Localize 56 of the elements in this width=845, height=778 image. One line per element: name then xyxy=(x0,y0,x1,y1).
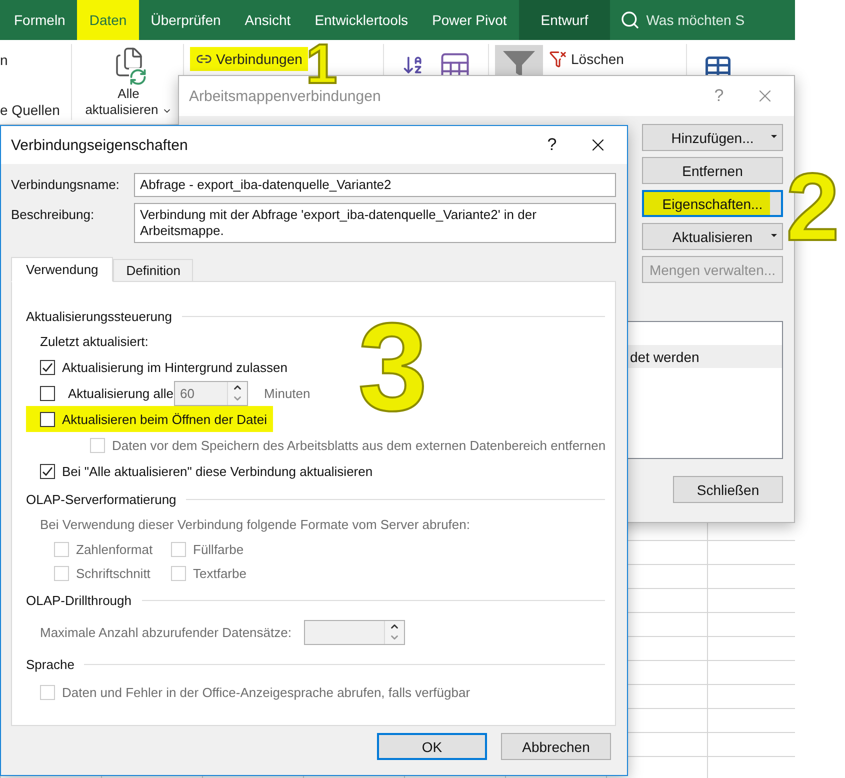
clear-button[interactable]: Löschen xyxy=(543,47,630,71)
cancel-button[interactable]: Abbrechen xyxy=(501,733,611,760)
sort-icon[interactable] xyxy=(402,54,424,76)
dialog-tab[interactable]: Definition xyxy=(113,259,194,282)
field-label: Verbindungsname: xyxy=(11,176,120,192)
checkbox[interactable] xyxy=(40,464,55,478)
checkbox-label: Füllfarbe xyxy=(193,542,244,556)
ribbon-tab[interactable]: Ansicht xyxy=(232,0,303,40)
unit-label: Minuten xyxy=(264,386,310,400)
dialog-button[interactable]: Hinzufügen... xyxy=(642,124,783,151)
section-heading: OLAP-Serverformatierung xyxy=(26,492,176,506)
description-field[interactable]: Verbindung mit der Abfrage 'export_iba-datenquelle_Variante2' in der Arbeitsmappe. xyxy=(134,203,616,243)
ribbon-tab[interactable]: Formeln xyxy=(2,0,78,40)
window-title: Verbindungseigenschaften xyxy=(11,136,189,154)
refresh-all-button[interactable]: Alle aktualisieren xyxy=(80,44,177,120)
section-heading: Sprache xyxy=(26,656,74,672)
checkbox-label: Daten vor dem Speichern des Arbeitsblatts aus dem externen Datenbereich entfernen xyxy=(112,438,606,452)
checkbox-label: Aktualisieren beim Öffnen der Datei xyxy=(62,412,267,426)
section-description: Bei Verwendung dieser Verbindung folgende Formate vom Server abrufen: xyxy=(40,516,470,532)
checkbox-label: Aktualisierung im Hintergrund zulassen xyxy=(62,360,288,374)
field-label: Maximale Anzahl abzurufender Datensätze: xyxy=(40,624,292,640)
name-field[interactable]: Abfrage - export_iba-datenquelle_Variante2 xyxy=(134,173,616,197)
checkbox-label: Aktualisierung alle xyxy=(68,386,174,400)
ok-button[interactable]: OK xyxy=(377,733,487,760)
search-field[interactable]: Was möchten S xyxy=(646,12,756,28)
checkbox[interactable] xyxy=(40,360,55,374)
ribbon-tab[interactable]: Daten xyxy=(77,0,139,40)
ribbon-tab[interactable]: Überprüfen xyxy=(138,0,233,40)
close-dialog-button[interactable]: Schließen xyxy=(673,476,783,503)
dialog-button[interactable]: Eigenschaften... xyxy=(642,190,783,217)
annotation-number: 3 xyxy=(358,305,428,430)
dialog-button[interactable]: Entfernen xyxy=(642,157,783,184)
checkbox-label: Zahlenformat xyxy=(76,542,153,556)
checkbox-label: Textfarbe xyxy=(193,566,246,580)
checkbox-label: Schriftschnitt xyxy=(76,566,150,580)
annotation-number: 2 xyxy=(786,160,840,256)
help-button[interactable]: ? xyxy=(529,130,575,160)
search-icon xyxy=(620,10,640,30)
checkbox[interactable] xyxy=(40,386,55,400)
status-label: Zuletzt aktualisiert: xyxy=(40,334,148,348)
ribbon-tab[interactable]: Power Pivot xyxy=(420,0,519,40)
section-heading: OLAP-Drillthrough xyxy=(26,592,132,608)
checkbox-label: Daten und Fehler in der Office-Anzeigesprache abrufen, falls verfügbar xyxy=(62,684,470,700)
field-label: Beschreibung: xyxy=(11,206,96,222)
ribbon-tab[interactable]: Entwurf xyxy=(518,0,610,40)
checkbox-label: Bei "Alle aktualisieren" diese Verbindung aktualisieren xyxy=(62,464,373,478)
section-heading: Aktualisierungssteuerung xyxy=(26,308,172,324)
ribbon-tab[interactable]: Entwicklertools xyxy=(302,0,420,40)
dialog-tab[interactable]: Verwendung xyxy=(11,257,114,282)
ribbon-label: n xyxy=(0,52,9,68)
dialog-button[interactable]: Aktualisieren xyxy=(642,223,783,250)
checkbox[interactable] xyxy=(40,412,55,426)
clear-filter-icon xyxy=(549,50,567,68)
connections-button[interactable]: Verbindungen xyxy=(190,47,308,71)
ribbon-label: e Quellen xyxy=(0,102,60,118)
window-title: Arbeitsmappenverbindungen xyxy=(189,88,382,104)
